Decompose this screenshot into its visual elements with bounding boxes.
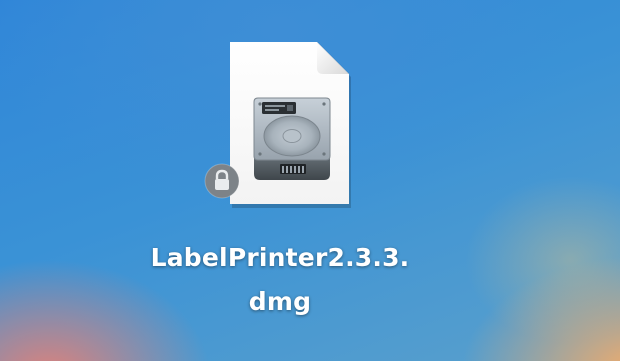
file-name-label[interactable]: LabelPrinter2.3.3. dmg [110, 236, 450, 324]
lock-badge [203, 162, 241, 200]
file-name-line-2: dmg [248, 287, 312, 316]
file-name-line-1: LabelPrinter2.3.3. [150, 243, 410, 272]
lock-icon [204, 163, 240, 199]
desktop: LabelPrinter2.3.3. dmg [0, 0, 620, 361]
